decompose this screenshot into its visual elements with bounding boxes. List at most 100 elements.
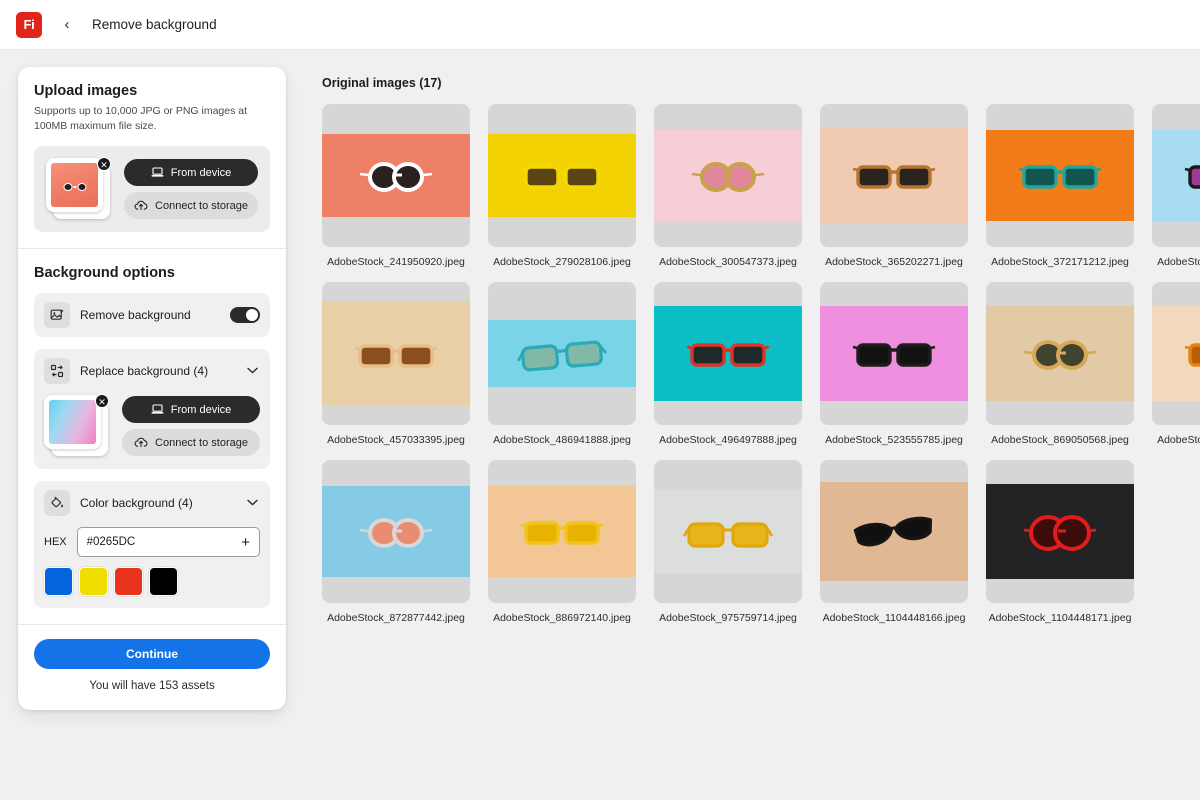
laptop-icon (151, 404, 164, 415)
upload-images-panel: Upload images Supports up to 10,000 JPG … (18, 67, 286, 248)
gallery-item-frame[interactable] (1152, 282, 1200, 425)
gallery-item[interactable]: AdobeStock_886972140.jpeg (488, 460, 636, 624)
gallery-item-frame[interactable] (322, 460, 470, 603)
gallery-item[interactable]: AdobeStock_872877442.jpeg (322, 460, 470, 624)
gallery-item-image (820, 482, 968, 581)
replace-thumbnail-preview-image (49, 400, 96, 444)
gallery-item-frame[interactable] (322, 282, 470, 425)
gallery-item-frame[interactable] (986, 282, 1134, 425)
gallery-item[interactable]: AdobeStock_869050568.jpeg (986, 282, 1134, 446)
upload-images-subtitle: Supports up to 10,000 JPG or PNG images … (34, 104, 270, 134)
laptop-icon (151, 167, 164, 178)
upload-dropzone[interactable]: ✕ From device (34, 146, 270, 232)
gallery-item[interactable]: AdobeStock_1104448166.jpeg (820, 460, 968, 624)
gallery-item-image (322, 486, 470, 577)
gallery-item-image (1152, 306, 1200, 401)
settings-sidebar: Upload images Supports up to 10,000 JPG … (18, 67, 286, 710)
continue-button[interactable]: Continue (34, 639, 270, 669)
gallery-item-frame[interactable] (986, 104, 1134, 247)
replace-background-row[interactable]: Replace background (4) (44, 358, 260, 384)
gallery-item-frame[interactable] (654, 460, 802, 603)
gallery-item-filename: AdobeStock_365202271.jpeg (820, 256, 968, 268)
replace-background-body: ✕ From device (44, 395, 260, 457)
replace-from-device-button[interactable]: From device (122, 396, 260, 423)
uploaded-thumbnail[interactable]: ✕ (46, 158, 112, 220)
gallery-item-filename: AdobeStock_1104448166.jpeg (820, 612, 968, 624)
image-grid: AdobeStock_241950920.jpeg AdobeStock_279… (322, 104, 1200, 624)
hex-label: HEX (44, 536, 67, 548)
gallery-item[interactable]: AdobeStock_523555785.jpeg (820, 282, 968, 446)
gallery-item-filename: AdobeStock_886972140.jpeg (488, 612, 636, 624)
gallery-item-frame[interactable] (488, 104, 636, 247)
color-background-chevron-down-icon[interactable] (247, 498, 260, 509)
background-options-title: Background options (34, 265, 270, 281)
connect-to-storage-label: Connect to storage (155, 200, 248, 212)
gallery-item[interactable]: AdobeStock_891445362.jpeg (1152, 282, 1200, 446)
gallery-item-frame[interactable] (488, 282, 636, 425)
gallery-item-frame[interactable] (488, 460, 636, 603)
color-swatch[interactable] (149, 567, 178, 596)
assets-count-note: You will have 153 assets (34, 680, 270, 692)
gallery-item-frame[interactable] (820, 104, 968, 247)
replace-connect-to-storage-label: Connect to storage (155, 437, 248, 449)
color-swatch[interactable] (79, 567, 108, 596)
gallery-item[interactable]: AdobeStock_457033395.jpeg (322, 282, 470, 446)
gallery-item-image (488, 134, 636, 217)
swap-icon (44, 358, 70, 384)
replace-background-chevron-down-icon[interactable] (247, 366, 260, 377)
gallery-item[interactable]: AdobeStock_365202271.jpeg (820, 104, 968, 268)
gallery-item[interactable]: AdobeStock_496497888.jpeg (654, 282, 802, 446)
paint-bucket-icon (44, 490, 70, 516)
remove-background-label: Remove background (80, 308, 220, 322)
hex-input[interactable] (87, 536, 242, 548)
remove-background-row[interactable]: Remove background (34, 293, 270, 337)
gallery-item-frame[interactable] (654, 104, 802, 247)
gallery-item-frame[interactable] (322, 104, 470, 247)
gallery-item[interactable]: AdobeStock_300547373.jpeg (654, 104, 802, 268)
gallery-item-filename: AdobeStock_891445362.jpeg (1152, 434, 1200, 446)
gallery-item[interactable]: AdobeStock_975759714.jpeg (654, 460, 802, 624)
back-button[interactable]: ‹ (56, 14, 78, 36)
hex-input-wrapper[interactable]: + (77, 527, 260, 557)
gallery-item[interactable]: AdobeStock_1104448171.jpeg (986, 460, 1134, 624)
cloud-upload-icon (134, 200, 148, 211)
upload-images-title: Upload images (34, 83, 270, 99)
gallery-item[interactable]: AdobeStock_386014492.jpeg (1152, 104, 1200, 268)
replace-source-buttons: From device Connect to storage (122, 396, 260, 456)
replace-thumbnail-stack-front (44, 395, 101, 449)
gallery-title: Original images (17) (322, 76, 1200, 90)
gallery-item-frame[interactable] (1152, 104, 1200, 247)
gallery-item[interactable]: AdobeStock_486941888.jpeg (488, 282, 636, 446)
gallery-item[interactable]: AdobeStock_372171212.jpeg (986, 104, 1134, 268)
color-swatch[interactable] (44, 567, 73, 596)
gallery-item-frame[interactable] (654, 282, 802, 425)
gallery-item[interactable]: AdobeStock_241950920.jpeg (322, 104, 470, 268)
gallery-item-image (654, 306, 802, 401)
thumbnail-stack-front (46, 158, 103, 212)
connect-to-storage-button[interactable]: Connect to storage (124, 192, 258, 219)
color-background-row[interactable]: Color background (4) (44, 490, 260, 516)
gallery-item-frame[interactable] (986, 460, 1134, 603)
gallery-item[interactable]: AdobeStock_279028106.jpeg (488, 104, 636, 268)
gallery-item-image (986, 306, 1134, 401)
add-color-button[interactable]: + (241, 535, 250, 550)
top-bar: Fi ‹ Remove background (0, 0, 1200, 50)
image-remove-icon (44, 302, 70, 328)
gallery-item-frame[interactable] (820, 460, 968, 603)
gallery-item-image (986, 130, 1134, 221)
gallery-item-image (820, 306, 968, 401)
replace-connect-to-storage-button[interactable]: Connect to storage (122, 429, 260, 456)
gallery-item-image (322, 134, 470, 217)
page-title: Remove background (92, 17, 217, 32)
replace-background-thumbnail[interactable]: ✕ (44, 395, 110, 457)
upload-from-device-button[interactable]: From device (124, 159, 258, 186)
gallery-item-filename: AdobeStock_386014492.jpeg (1152, 256, 1200, 268)
gallery-item-frame[interactable] (820, 282, 968, 425)
remove-background-option[interactable]: Remove background (34, 293, 270, 337)
color-swatch[interactable] (114, 567, 143, 596)
gallery-item-image (820, 128, 968, 223)
replace-from-device-label: From device (171, 404, 232, 416)
remove-background-toggle[interactable] (230, 307, 260, 323)
gallery-item-filename: AdobeStock_975759714.jpeg (654, 612, 802, 624)
upload-source-buttons: From device Connect to storage (124, 159, 258, 219)
